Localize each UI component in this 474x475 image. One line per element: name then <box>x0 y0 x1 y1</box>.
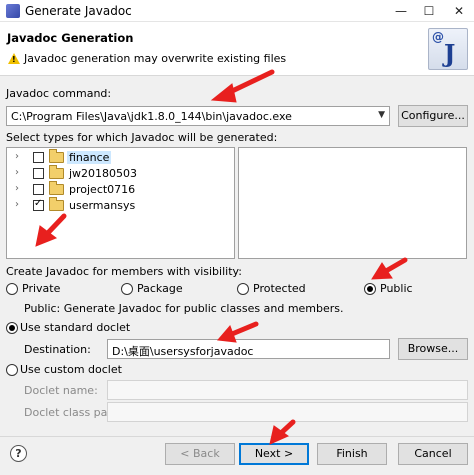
package-folder-icon <box>49 181 64 195</box>
back-button[interactable]: < Back <box>165 443 235 465</box>
browse-button[interactable]: Browse... <box>398 338 468 360</box>
radio-public-label: Public <box>380 282 413 295</box>
checkbox-usermansys[interactable] <box>33 198 44 211</box>
close-button[interactable]: ✕ <box>444 0 474 22</box>
eclipse-app-icon <box>6 4 20 18</box>
tree-item-finance[interactable]: › finance <box>7 149 234 166</box>
types-tree[interactable]: › finance › jw20180503 › project0716 › u… <box>6 147 235 259</box>
checkbox-finance[interactable] <box>33 152 44 163</box>
tree-item-project0716[interactable]: › project0716 <box>7 181 234 198</box>
types-member-list[interactable] <box>238 147 467 259</box>
arrowhead-next <box>269 425 290 445</box>
chevron-right-icon[interactable]: › <box>15 167 19 178</box>
tree-item-jw20180503[interactable]: › jw20180503 <box>7 165 234 182</box>
finish-button[interactable]: Finish <box>317 443 387 465</box>
tree-item-label: project0716 <box>69 183 136 196</box>
javadoc-command-value: C:\Program Files\Java\jdk1.8.0_144\bin\j… <box>11 110 292 123</box>
logo-at: @ <box>432 30 444 44</box>
chevron-down-icon: ▼ <box>378 110 385 120</box>
destination-input[interactable]: D:\桌面\usersysforjavadoc <box>107 339 390 359</box>
chevron-right-icon[interactable]: › <box>15 199 19 210</box>
chevron-right-icon[interactable]: › <box>15 151 19 162</box>
maximize-button[interactable]: ☐ <box>414 0 444 22</box>
help-icon[interactable]: ? <box>10 445 27 462</box>
visibility-label: Create Javadoc for members with visibili… <box>6 265 242 278</box>
checkbox-jw20180503[interactable] <box>33 168 44 179</box>
custom-doclet-label: Use custom doclet <box>20 363 122 376</box>
arrowhead-public <box>371 262 393 280</box>
radio-custom-doclet[interactable] <box>6 364 18 376</box>
logo-j: J <box>444 39 456 68</box>
chevron-right-icon[interactable]: › <box>15 183 19 194</box>
radio-package-label: Package <box>137 282 183 295</box>
radio-private[interactable] <box>6 283 18 295</box>
doclet-classpath-input[interactable] <box>107 402 468 422</box>
minimize-button[interactable]: — <box>386 0 416 22</box>
radio-public[interactable] <box>364 283 376 295</box>
radio-standard-doclet[interactable] <box>6 322 18 334</box>
package-folder-icon <box>49 165 64 179</box>
arrow-destination <box>229 321 259 337</box>
radio-package[interactable] <box>121 283 133 295</box>
wizard-header: Javadoc Generation ! Javadoc generation … <box>0 22 474 76</box>
tree-item-label: usermansys <box>69 199 136 212</box>
radio-protected-label: Protected <box>253 282 306 295</box>
visibility-description: Public: Generate Javadoc for public clas… <box>24 302 344 315</box>
page-title: Javadoc Generation <box>7 31 134 45</box>
warning-icon: ! <box>8 53 20 64</box>
header-message: Javadoc generation may overwrite existin… <box>24 52 287 65</box>
doclet-name-input[interactable] <box>107 380 468 400</box>
radio-private-label: Private <box>22 282 61 295</box>
package-folder-icon <box>49 197 64 211</box>
types-label: Select types for which Javadoc will be g… <box>6 131 278 144</box>
tree-item-usermansys[interactable]: › usermansys <box>7 197 234 214</box>
destination-label: Destination: <box>24 343 91 356</box>
javadoc-command-combo[interactable]: C:\Program Files\Java\jdk1.8.0_144\bin\j… <box>6 106 390 126</box>
arrowhead-javadoc-command <box>210 83 237 103</box>
javadoc-logo-icon: @ J <box>428 28 468 70</box>
arrow-public <box>383 257 408 274</box>
cancel-button[interactable]: Cancel <box>398 443 468 465</box>
doclet-name-label: Doclet name: <box>24 384 98 397</box>
footer-separator <box>0 436 474 437</box>
package-folder-icon <box>49 149 64 163</box>
next-button[interactable]: Next > <box>239 443 309 465</box>
window-titlebar: Generate Javadoc — ☐ ✕ <box>0 0 474 22</box>
tree-item-label: jw20180503 <box>69 167 138 180</box>
javadoc-command-label: Javadoc command: <box>6 87 112 100</box>
checkbox-project0716[interactable] <box>33 184 44 195</box>
arrow-next <box>277 419 296 437</box>
configure-button[interactable]: Configure... <box>398 105 468 127</box>
standard-doclet-label: Use standard doclet <box>20 321 131 334</box>
radio-protected[interactable] <box>237 283 249 295</box>
window-title: Generate Javadoc <box>25 4 132 18</box>
tree-item-label: finance <box>67 151 112 164</box>
